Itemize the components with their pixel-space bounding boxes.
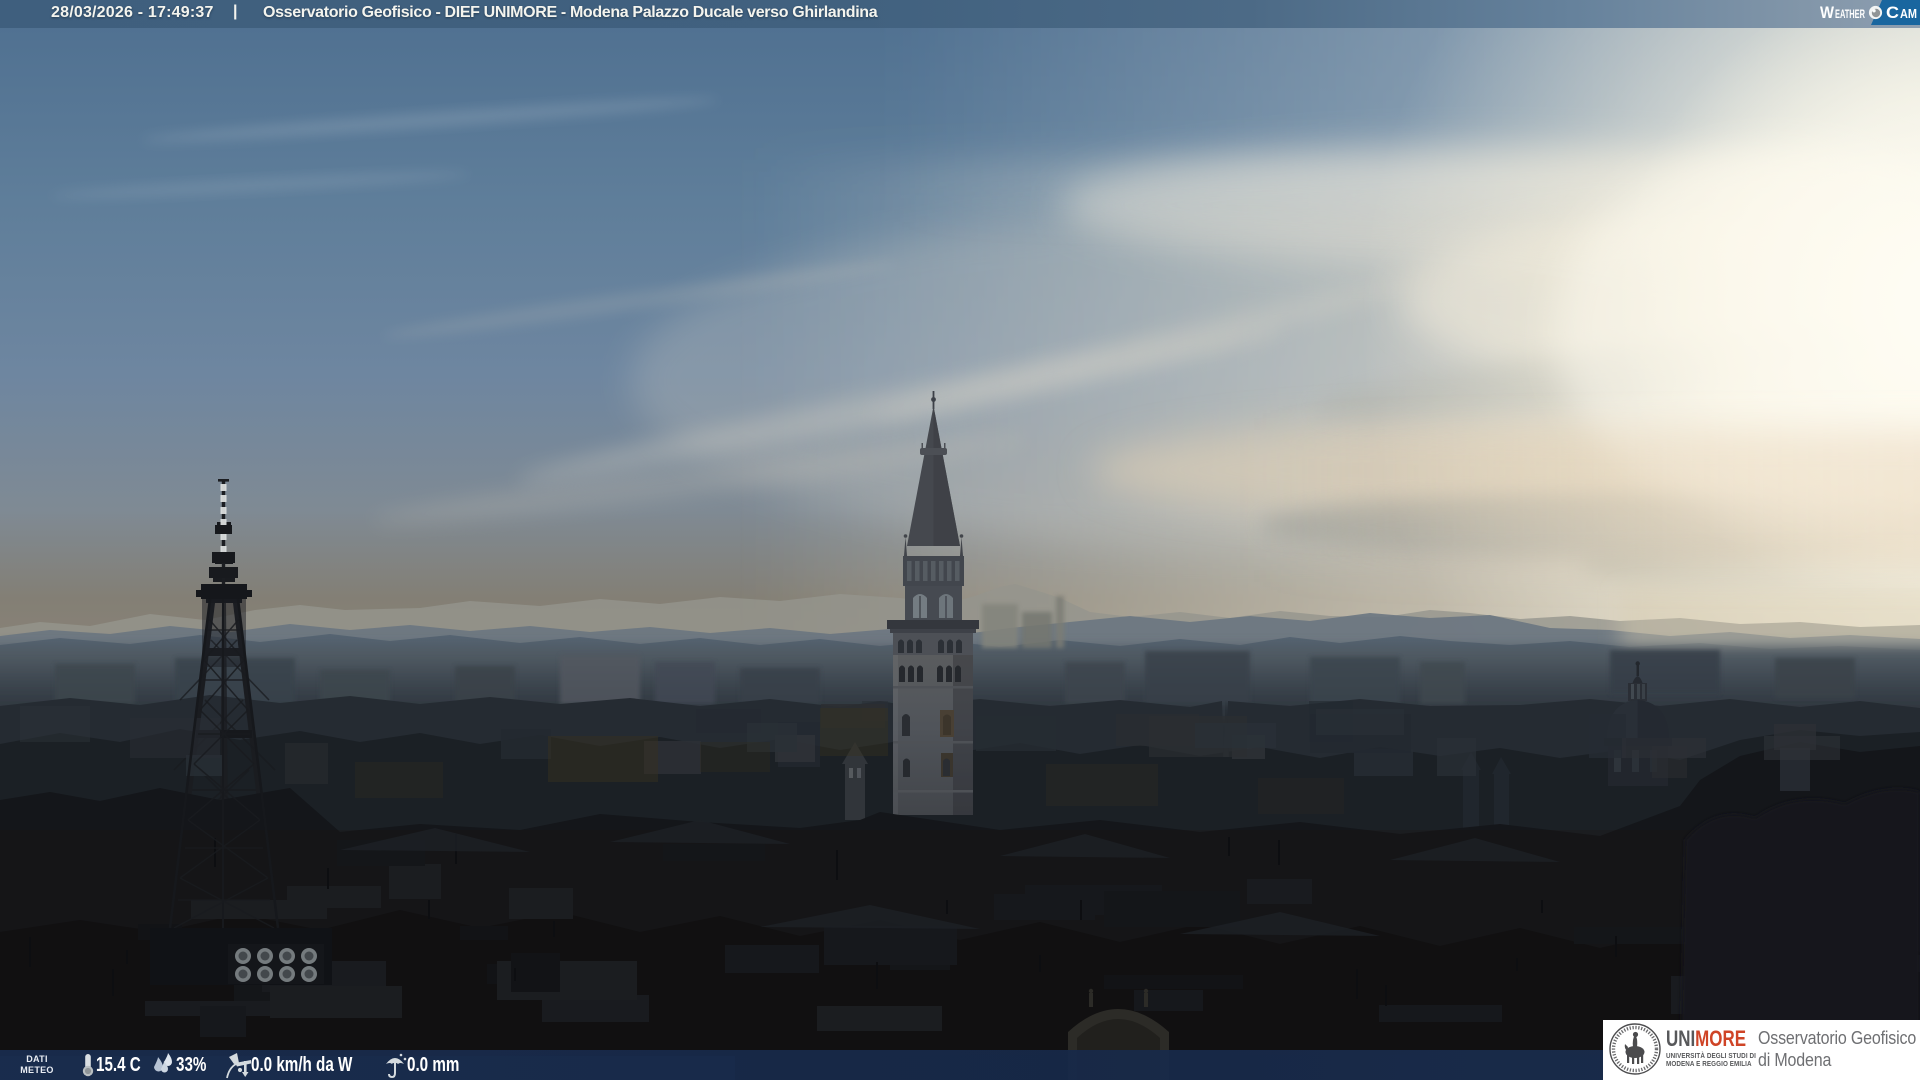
svg-text:AM: AM (1900, 7, 1917, 21)
svg-text:W: W (1820, 3, 1835, 22)
svg-text:C: C (1886, 3, 1899, 22)
svg-text:EATHER: EATHER (1835, 7, 1865, 21)
